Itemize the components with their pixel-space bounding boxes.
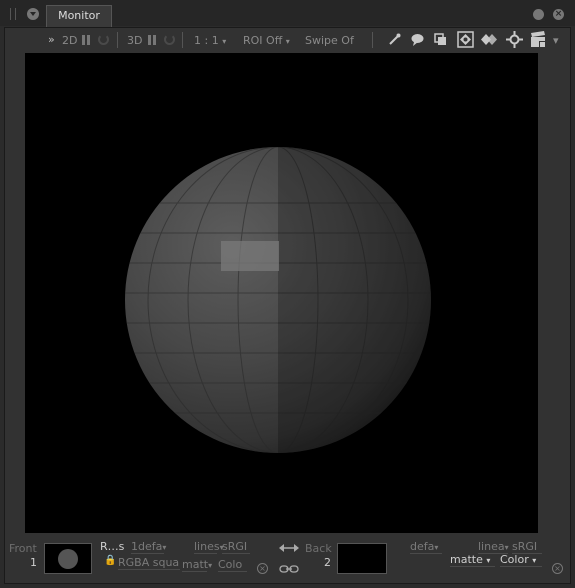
clapper-dropdown-icon[interactable]: ▾ xyxy=(553,34,559,47)
back-thumbnail[interactable] xyxy=(337,543,387,574)
pause-2d-icon[interactable] xyxy=(82,35,90,45)
toolbar-divider xyxy=(372,32,373,48)
roi-dropdown[interactable]: ROI Off ▾ xyxy=(243,34,290,47)
pause-3d-icon[interactable] xyxy=(148,35,156,45)
back-label: Back xyxy=(305,542,332,555)
chevron-down-icon: ▾ xyxy=(285,37,290,46)
chevron-down-icon: ▾ xyxy=(486,556,491,565)
maximize-icon[interactable] xyxy=(533,9,544,20)
expand-toolbar-button[interactable]: » xyxy=(48,33,55,46)
back-clear-icon[interactable]: × xyxy=(552,563,563,574)
link-icon[interactable] xyxy=(279,563,299,575)
sphere-thumbnail xyxy=(58,549,78,569)
chevron-down-icon: ▾ xyxy=(162,543,167,552)
chevron-down-icon: ▾ xyxy=(434,543,439,552)
back-matte-value: matte xyxy=(450,553,483,566)
front-clear-icon[interactable]: × xyxy=(257,563,268,574)
drag-handle-icon[interactable] xyxy=(10,8,16,20)
sphere-render xyxy=(125,147,431,453)
roi-value: ROI Off xyxy=(243,34,283,47)
front-thumbnail[interactable] xyxy=(44,543,92,574)
back-color-dropdown[interactable]: Color ▾ xyxy=(500,553,542,567)
swap-arrows-icon[interactable] xyxy=(278,541,300,555)
back-matte-dropdown[interactable]: matte ▾ xyxy=(450,553,495,567)
diamond-icon[interactable] xyxy=(481,32,497,47)
back-lut-right-dropdown[interactable]: sRGI xyxy=(512,540,542,554)
chevron-down-icon: ▾ xyxy=(208,561,213,570)
toolbar-divider xyxy=(182,32,183,48)
zoom-ratio-value: 1 : 1 xyxy=(194,34,219,47)
front-lut-left-value: lines xyxy=(194,540,220,553)
copy-icon[interactable] xyxy=(433,32,448,47)
front-label: Front xyxy=(9,542,37,555)
front-lut-right-dropdown[interactable]: sRGI xyxy=(222,540,250,554)
refresh-3d-icon[interactable] xyxy=(164,34,175,45)
front-matte-dropdown[interactable]: matt▾ xyxy=(182,558,212,572)
front-lut-left-dropdown[interactable]: lines▾ xyxy=(194,540,224,554)
toolbar-divider xyxy=(117,32,118,48)
chevron-down-icon: ▾ xyxy=(532,556,537,565)
zoom-ratio-dropdown[interactable]: 1 : 1 ▾ xyxy=(194,34,226,47)
front-color-dropdown[interactable]: Colo xyxy=(218,558,247,572)
eyedropper-icon[interactable] xyxy=(387,32,402,47)
mode-3d-button[interactable]: 3D xyxy=(127,34,142,47)
front-number: 1 xyxy=(30,556,37,569)
chevron-down-icon: ▾ xyxy=(504,543,509,552)
swipe-dropdown[interactable]: Swipe Of xyxy=(305,34,354,47)
front-node-name[interactable]: R…s xyxy=(100,540,124,553)
front-layer-value: 1defa xyxy=(131,540,163,553)
mode-2d-button[interactable]: 2D xyxy=(62,34,77,47)
tab-monitor[interactable]: Monitor xyxy=(46,5,112,27)
comment-icon[interactable] xyxy=(410,32,425,47)
back-layer-value: defa xyxy=(410,540,435,553)
back-color-value: Color xyxy=(500,553,529,566)
clapper-icon[interactable] xyxy=(530,31,548,49)
back-number: 2 xyxy=(324,556,331,569)
viewer-canvas[interactable] xyxy=(25,53,538,533)
zoom-fit-icon[interactable] xyxy=(457,31,474,48)
close-icon[interactable]: × xyxy=(553,9,564,20)
chevron-down-icon: ▾ xyxy=(222,37,227,46)
front-layer-dropdown[interactable]: 1defa▾ xyxy=(131,540,167,554)
back-lut-left-dropdown[interactable]: linea▾ xyxy=(478,540,509,554)
tab-menu-icon[interactable] xyxy=(27,8,39,20)
front-channels-dropdown[interactable]: RGBA squal xyxy=(118,556,180,570)
refresh-2d-icon[interactable] xyxy=(98,34,109,45)
back-layer-dropdown[interactable]: defa▾ xyxy=(410,540,442,554)
back-lut-left-value: linea xyxy=(478,540,505,553)
front-matte-value: matt xyxy=(182,558,209,571)
target-icon[interactable] xyxy=(506,31,523,48)
lock-icon[interactable]: 🔒 xyxy=(104,555,116,566)
